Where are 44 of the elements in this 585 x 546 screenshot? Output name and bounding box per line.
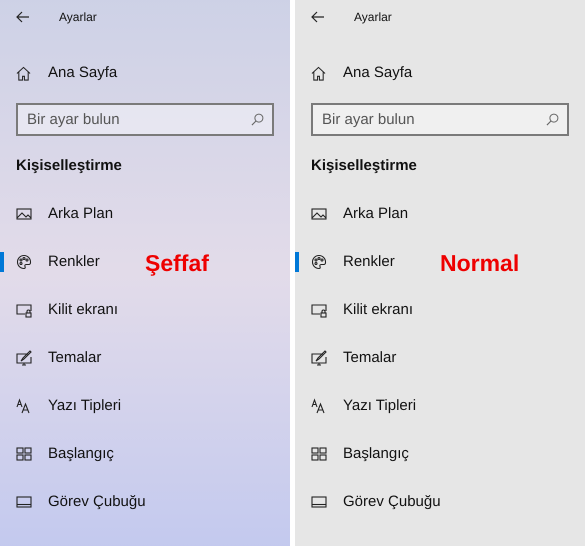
back-arrow-icon[interactable] bbox=[311, 11, 325, 23]
nav-item[interactable]: Yazı Tipleri bbox=[0, 386, 130, 426]
overlay-label: Şeffaf bbox=[145, 249, 209, 278]
overlay-label: Normal bbox=[440, 249, 520, 278]
nav-item[interactable]: Kilit ekranı bbox=[295, 290, 422, 330]
taskbar-icon bbox=[16, 494, 32, 510]
window-title: Ayarlar bbox=[354, 9, 392, 26]
nav-item[interactable]: Temalar bbox=[0, 338, 110, 378]
home-icon bbox=[311, 66, 326, 80]
search-field[interactable]: Bir ayar bulun bbox=[311, 103, 569, 136]
nav-item[interactable]: Başlangıç bbox=[295, 434, 417, 474]
nav-item[interactable]: Arka Plan bbox=[295, 194, 416, 234]
nav-item[interactable]: Renkler bbox=[295, 242, 403, 282]
back-arrow-icon[interactable] bbox=[16, 11, 30, 23]
nav-item[interactable]: Görev Çubuğu bbox=[0, 482, 154, 522]
image-icon bbox=[16, 206, 32, 222]
brush-monitor-icon bbox=[311, 350, 327, 366]
lock-screen-icon bbox=[16, 302, 32, 318]
nav-item[interactable]: Kilit ekranı bbox=[0, 290, 126, 330]
brush-monitor-icon bbox=[16, 350, 32, 366]
font-icon bbox=[16, 398, 32, 414]
font-icon bbox=[311, 398, 327, 414]
tiles-icon bbox=[311, 446, 327, 462]
home-link[interactable]: Ana Sayfa bbox=[295, 51, 585, 95]
section-heading: Kişiselleştirme bbox=[311, 156, 417, 176]
taskbar-icon bbox=[311, 494, 327, 510]
nav-item[interactable]: Yazı Tipleri bbox=[295, 386, 424, 426]
palette-icon bbox=[311, 254, 327, 270]
section-heading: Kişiselleştirme bbox=[16, 156, 122, 176]
nav-item[interactable]: Temalar bbox=[295, 338, 404, 378]
tiles-icon bbox=[16, 446, 32, 462]
home-icon bbox=[16, 66, 31, 80]
lock-screen-icon bbox=[311, 302, 327, 318]
nav-item[interactable]: Arka Plan bbox=[0, 194, 122, 234]
nav-item[interactable]: Başlangıç bbox=[0, 434, 122, 474]
palette-icon bbox=[16, 254, 32, 270]
search-icon bbox=[546, 113, 559, 126]
search-field[interactable]: Bir ayar bulun bbox=[16, 103, 274, 136]
image-icon bbox=[311, 206, 327, 222]
nav-item[interactable]: Renkler bbox=[0, 242, 108, 282]
nav-item[interactable]: Görev Çubuğu bbox=[295, 482, 449, 522]
home-link[interactable]: Ana Sayfa bbox=[0, 51, 290, 95]
search-icon bbox=[251, 113, 264, 126]
window-title: Ayarlar bbox=[59, 9, 97, 26]
